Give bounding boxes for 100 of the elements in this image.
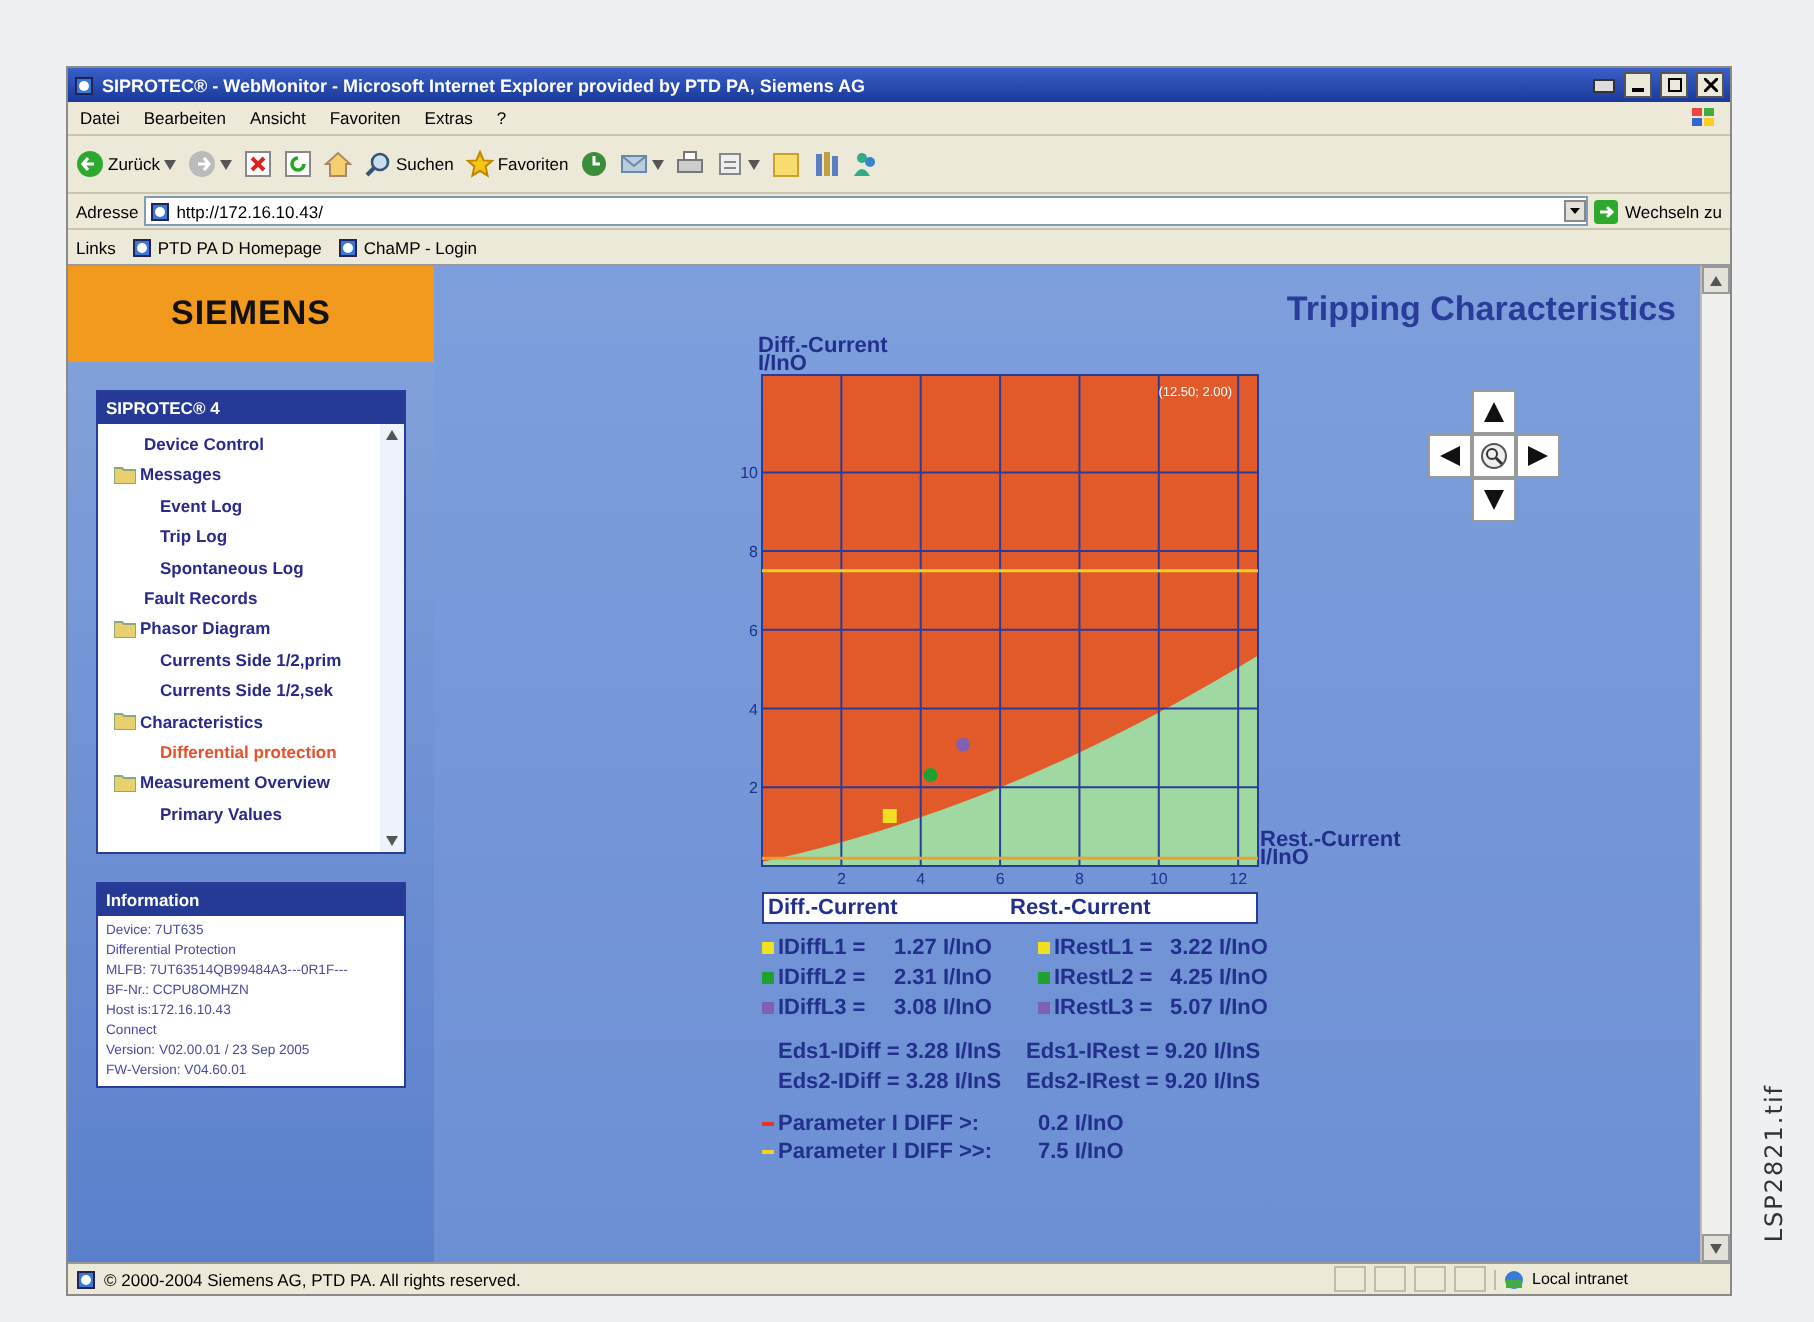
toolbar-button[interactable] <box>620 150 665 178</box>
nav-item[interactable]: Device Control <box>114 432 380 456</box>
search-icon <box>363 150 392 178</box>
nav-item[interactable]: Event Log <box>114 493 380 518</box>
nav-item[interactable]: Primary Values <box>114 801 380 826</box>
axis-label: I/InO <box>1260 850 1309 868</box>
refresh-icon <box>283 150 312 178</box>
caret-icon <box>163 159 176 169</box>
pan-left-button[interactable] <box>1428 434 1473 478</box>
caret-icon <box>652 159 665 169</box>
tick-label: 2 <box>836 870 846 888</box>
close-button[interactable] <box>1696 72 1724 98</box>
folder-icon <box>114 619 136 638</box>
nav-item[interactable]: Currents Side 1/2,sek <box>114 678 380 703</box>
reading-text: Eds2-IDiff = 3.28 I/InS <box>778 1070 1004 1094</box>
nav-item[interactable]: Measurement Overview <box>114 770 380 795</box>
column-heading: Rest.-Current <box>1010 896 1153 920</box>
pan-right-button[interactable] <box>1516 434 1561 478</box>
scroll-down-icon <box>386 836 398 846</box>
reading-value: 5.07 I/InO <box>1170 996 1270 1020</box>
nav-item[interactable]: Spontaneous Log <box>114 555 380 580</box>
menu-item[interactable]: Bearbeiten <box>143 108 226 128</box>
document-icon <box>716 150 745 178</box>
reading-value: 4.25 I/InO <box>1170 966 1270 990</box>
nav-item[interactable]: Fault Records <box>114 585 380 610</box>
tick-label: 8 <box>1075 870 1084 888</box>
left-arrow-icon <box>1438 444 1463 468</box>
nav-item[interactable]: Trip Log <box>114 524 380 549</box>
go-button[interactable]: Wechseln zu <box>1594 199 1722 223</box>
scroll-down-button[interactable] <box>1702 1234 1730 1262</box>
file-caption: LSP2821.tif <box>1759 1083 1787 1242</box>
clock-icon <box>580 150 609 178</box>
menu-item[interactable]: Extras <box>424 108 473 128</box>
nav-item[interactable]: Messages <box>114 462 380 487</box>
folder-icon <box>114 465 136 484</box>
menu-item[interactable]: Ansicht <box>249 108 306 128</box>
toolbar-button[interactable] <box>676 150 705 178</box>
tick-label: 6 <box>995 870 1005 888</box>
toolbar-button[interactable] <box>716 150 761 178</box>
reading-label: IRestL2 = <box>1054 966 1155 990</box>
tick-label: 12 <box>1229 870 1248 888</box>
toolbar-button[interactable] <box>283 150 312 178</box>
toolbar-button[interactable] <box>243 150 272 178</box>
zoom-button[interactable] <box>1472 434 1517 478</box>
reading-label: IDiffL1 = <box>778 936 868 960</box>
address-label: Adresse <box>76 201 139 221</box>
nav-item[interactable]: Differential protection <box>114 739 380 764</box>
parameter-value: 0.2 I/InO <box>1038 1112 1126 1136</box>
reading-text: Eds1-IDiff = 3.28 I/InS <box>778 1040 1004 1064</box>
axis-label: I/InO <box>756 356 807 374</box>
logo: SIEMENS <box>68 266 434 362</box>
toolbar-button[interactable] <box>580 150 609 178</box>
menu-item[interactable]: ? <box>496 108 507 128</box>
go-arrow-icon <box>1594 199 1619 223</box>
address-field[interactable]: http://172.16.10.43/ <box>144 196 1589 226</box>
status-pane <box>1374 1266 1406 1292</box>
maximize-button[interactable] <box>1660 72 1688 98</box>
reading-label: IDiffL3 = <box>778 996 868 1020</box>
scroll-up-button[interactable] <box>1702 266 1730 294</box>
toolbar-button[interactable] <box>187 150 232 178</box>
parameter-label: Parameter I DIFF >: <box>778 1112 982 1136</box>
toolbar-button[interactable] <box>852 150 881 178</box>
tick-label: 4 <box>749 700 758 719</box>
parameter-label: Parameter I DIFF >>: <box>778 1140 994 1164</box>
menu-item[interactable]: Datei <box>80 108 120 128</box>
minimize-button[interactable] <box>1624 72 1652 98</box>
reading-label: IDiffL2 = <box>778 966 868 990</box>
reading-value: 3.08 I/InO <box>894 996 994 1020</box>
toolbar-button[interactable]: Suchen <box>363 150 454 178</box>
books-icon <box>812 150 841 178</box>
nav-item[interactable]: Characteristics <box>114 709 380 734</box>
down-arrow-icon <box>1482 488 1507 512</box>
tick-label: 6 <box>749 621 758 640</box>
status-pane <box>1454 1266 1486 1292</box>
star-icon <box>465 150 494 178</box>
page-icon <box>131 237 152 257</box>
mail-icon <box>620 150 649 178</box>
parameter-value: 7.5 I/InO <box>1038 1140 1126 1164</box>
reading-label: IRestL3 = <box>1054 996 1155 1020</box>
page-icon <box>76 1269 96 1289</box>
pan-up-button[interactable] <box>1472 390 1517 434</box>
nav-item[interactable]: Currents Side 1/2,prim <box>114 647 380 672</box>
toolbar-button[interactable]: Favoriten <box>465 150 569 178</box>
tick-label: 2 <box>749 779 758 798</box>
link-item[interactable]: PTD PA D Homepage <box>131 237 322 257</box>
status-pane <box>1414 1266 1446 1292</box>
folder-icon <box>114 712 136 731</box>
scroll-down-icon <box>1710 1243 1722 1253</box>
printer-icon <box>1592 74 1616 96</box>
nav-item[interactable]: Phasor Diagram <box>114 616 380 641</box>
panel-title: SIPROTEC® 4 <box>98 392 404 424</box>
dropdown-icon[interactable] <box>1564 200 1587 222</box>
status-text: © 2000-2004 Siemens AG, PTD PA. All rights reserved. <box>104 1269 521 1289</box>
page-icon <box>337 237 358 257</box>
menu-item[interactable]: Favoriten <box>329 108 401 128</box>
pan-down-button[interactable] <box>1472 478 1517 522</box>
toolbar-button[interactable] <box>812 150 841 178</box>
scroll-up-icon <box>1710 275 1722 285</box>
toolbar-button[interactable]: Zurück <box>76 150 176 178</box>
link-item[interactable]: ChaMP - Login <box>337 237 477 257</box>
